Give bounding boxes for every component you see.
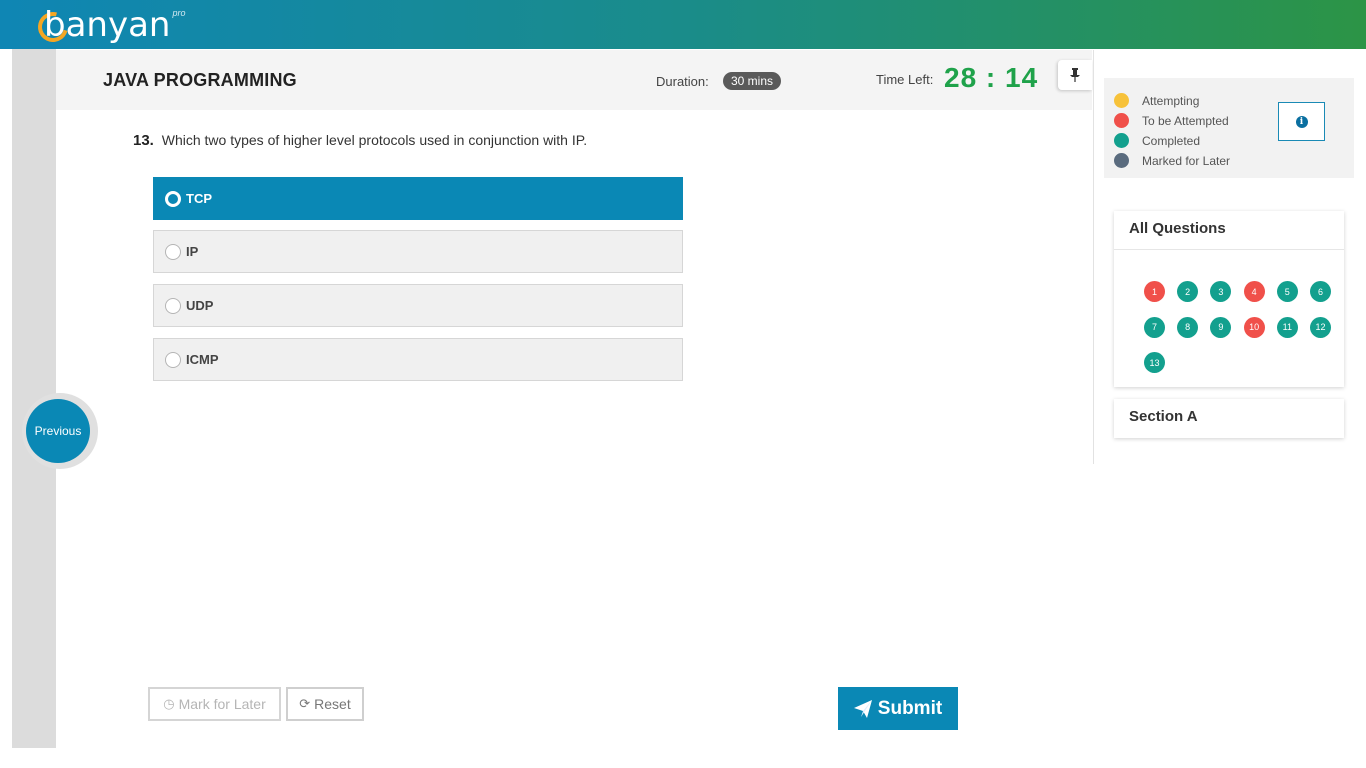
question-nav-1[interactable]: 1 [1144, 281, 1165, 302]
option-ip[interactable]: IP [153, 230, 683, 273]
question-nav-12[interactable]: 12 [1310, 316, 1331, 338]
reset-label: Reset [314, 696, 351, 712]
option-tcp[interactable]: TCP [153, 177, 683, 220]
question-nav-9[interactable]: 9 [1210, 316, 1232, 338]
paper-plane-icon [853, 699, 872, 718]
info-icon: i [1295, 115, 1308, 128]
option-udp[interactable]: UDP [153, 284, 683, 327]
option-label: TCP [186, 191, 212, 206]
legend-label: Completed [1142, 133, 1201, 148]
duration-badge: 30 mins [723, 72, 782, 90]
submit-button[interactable]: Submit [838, 687, 958, 730]
refresh-icon: ⟳ [299, 696, 311, 711]
legend-dot-marked-for-later [1114, 153, 1129, 168]
question-nav-7[interactable]: 7 [1144, 316, 1165, 338]
all-questions-card: All Questions 1 2 3 4 5 6 7 8 9 10 11 12 13 [1114, 211, 1344, 387]
time-left-value: 28 : 14 [944, 62, 1039, 93]
question-grid: 1 2 3 4 5 6 7 8 9 10 11 12 13 [1114, 250, 1344, 387]
question-text: Which two types of higher level protocol… [161, 132, 588, 148]
time-left-label: Time Left: [876, 72, 934, 87]
section-card[interactable]: Section A [1114, 399, 1344, 438]
radio-icon[interactable] [165, 297, 181, 314]
top-bar: banyan pro [0, 0, 1366, 49]
question-nav-5[interactable]: 5 [1276, 281, 1298, 302]
legend-attempting: Attempting [1114, 93, 1199, 108]
radio-icon[interactable] [165, 190, 181, 207]
brand-suffix: pro [172, 8, 186, 18]
question-number: 13. [133, 132, 154, 149]
section-title: Section A [1129, 408, 1198, 425]
pin-panel-button[interactable] [1058, 60, 1092, 90]
question-nav-11[interactable]: 11 [1276, 316, 1298, 338]
option-icmp[interactable]: ICMP [153, 338, 683, 381]
legend-dot-attempting [1114, 93, 1129, 108]
exam-header: JAVA PROGRAMMING Duration: 30 mins Time … [56, 50, 1092, 110]
duration-label: Duration: [656, 74, 709, 89]
clock-icon: ◷ [163, 696, 175, 711]
question-nav-13[interactable]: 13 [1144, 352, 1165, 373]
status-legend: Attempting To be Attempted Completed Mar… [1104, 78, 1354, 178]
legend-label: Attempting [1142, 93, 1200, 108]
legend-completed: Completed [1114, 133, 1200, 148]
info-button[interactable]: i [1278, 102, 1325, 141]
legend-dot-to-be-attempted [1114, 113, 1129, 128]
option-label: IP [186, 244, 199, 259]
question-nav-4[interactable]: 4 [1243, 281, 1265, 302]
legend-label: To be Attempted [1142, 113, 1229, 128]
brand-name: banyan [44, 5, 171, 45]
mark-for-later-button[interactable]: ◷ Mark for Later [148, 687, 281, 721]
radio-icon[interactable] [165, 243, 181, 260]
submit-label: Submit [877, 697, 943, 719]
all-questions-title: All Questions [1114, 211, 1344, 250]
legend-dot-completed [1114, 133, 1129, 148]
legend-marked-for-later: Marked for Later [1114, 153, 1230, 168]
question-nav-10[interactable]: 10 [1243, 316, 1265, 338]
option-label: ICMP [186, 352, 219, 367]
exam-title: JAVA PROGRAMMING [103, 70, 297, 90]
reset-button[interactable]: ⟳ Reset [286, 687, 364, 721]
question-nav-3[interactable]: 3 [1210, 281, 1232, 302]
mark-for-later-label: Mark for Later [178, 696, 266, 712]
pin-icon [1070, 68, 1080, 82]
panel-divider [1093, 50, 1094, 464]
radio-icon[interactable] [165, 351, 181, 368]
question-text-row: 13. Which two types of higher level prot… [133, 132, 587, 149]
legend-to-be-attempted: To be Attempted [1114, 113, 1229, 128]
brand-logo: banyan pro [32, 4, 186, 48]
question-nav-8[interactable]: 8 [1177, 316, 1199, 338]
previous-button[interactable]: Previous [26, 399, 90, 463]
option-label: UDP [186, 298, 214, 313]
question-nav-6[interactable]: 6 [1310, 281, 1331, 302]
question-nav-2[interactable]: 2 [1177, 281, 1199, 302]
legend-label: Marked for Later [1142, 153, 1231, 168]
